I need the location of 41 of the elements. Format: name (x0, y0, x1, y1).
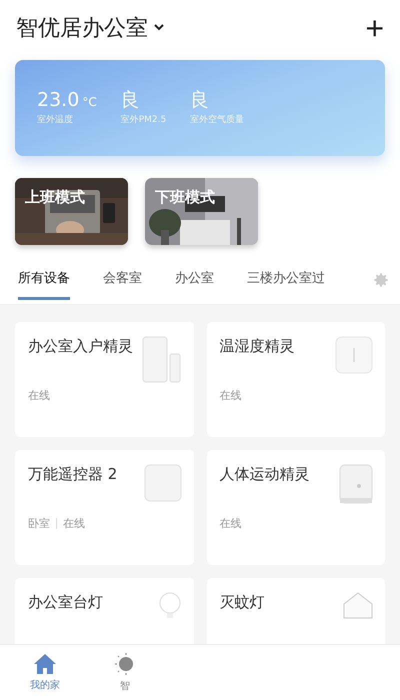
device-name: 办公室入户精灵 (28, 336, 134, 356)
device-name: 万能遥控器 2 (28, 464, 118, 484)
nav-tab[interactable]: 我的家 (5, 645, 85, 700)
weather-label: 室外PM2.5 (120, 114, 166, 126)
home-icon (33, 653, 57, 675)
device-status: 在线 (63, 516, 85, 531)
device-name: 人体运动精灵 (220, 464, 310, 484)
home-selector[interactable]: 智优居办公室 (16, 12, 164, 42)
room-tab[interactable]: 会客室 (103, 269, 142, 300)
room-tab[interactable]: 所有设备 (18, 269, 70, 300)
device-name: 灭蚊灯 (220, 592, 266, 612)
weather-label: 室外温度 (37, 114, 74, 126)
device-name: 温湿度精灵 (220, 336, 296, 356)
nav-tab[interactable]: 智 (85, 645, 165, 700)
device-card[interactable]: 人体运动精灵 在线 (206, 450, 385, 565)
light-bulb-icon (158, 592, 182, 620)
room-tab[interactable]: 三楼办公室过 (247, 269, 325, 300)
device-card[interactable]: 灭蚊灯 (206, 578, 385, 644)
remote-icon (144, 464, 182, 502)
house-icon (343, 592, 373, 620)
motion-sensor-icon (339, 464, 373, 504)
weather-label: 室外空气质量 (190, 114, 244, 126)
room-tab[interactable]: 办公室 (175, 269, 214, 300)
scene-button[interactable]: 上班模式 (15, 178, 128, 245)
device-status: 卧室 (28, 516, 50, 531)
device-status: 在线 (220, 388, 242, 403)
device-card[interactable]: 万能遥控器 2 卧室 在线 (15, 450, 194, 565)
weather-value: 良 (120, 90, 141, 111)
device-card[interactable]: 温湿度精灵 在线 (206, 322, 385, 437)
door-sensor-icon (142, 336, 182, 384)
device-status: 在线 (220, 516, 242, 531)
weather-value: 23.0°C (37, 90, 97, 111)
weather-value: 良 (190, 90, 210, 111)
device-name: 办公室台灯 (28, 592, 104, 612)
add-button[interactable]: + (365, 12, 384, 44)
chevron-down-icon (154, 24, 164, 31)
device-card[interactable]: 办公室入户精灵 在线 (15, 322, 194, 437)
settings-icon[interactable] (372, 270, 390, 288)
sensor-icon (335, 336, 373, 374)
device-status: 在线 (28, 388, 50, 403)
device-card[interactable]: 办公室台灯 (15, 578, 194, 644)
